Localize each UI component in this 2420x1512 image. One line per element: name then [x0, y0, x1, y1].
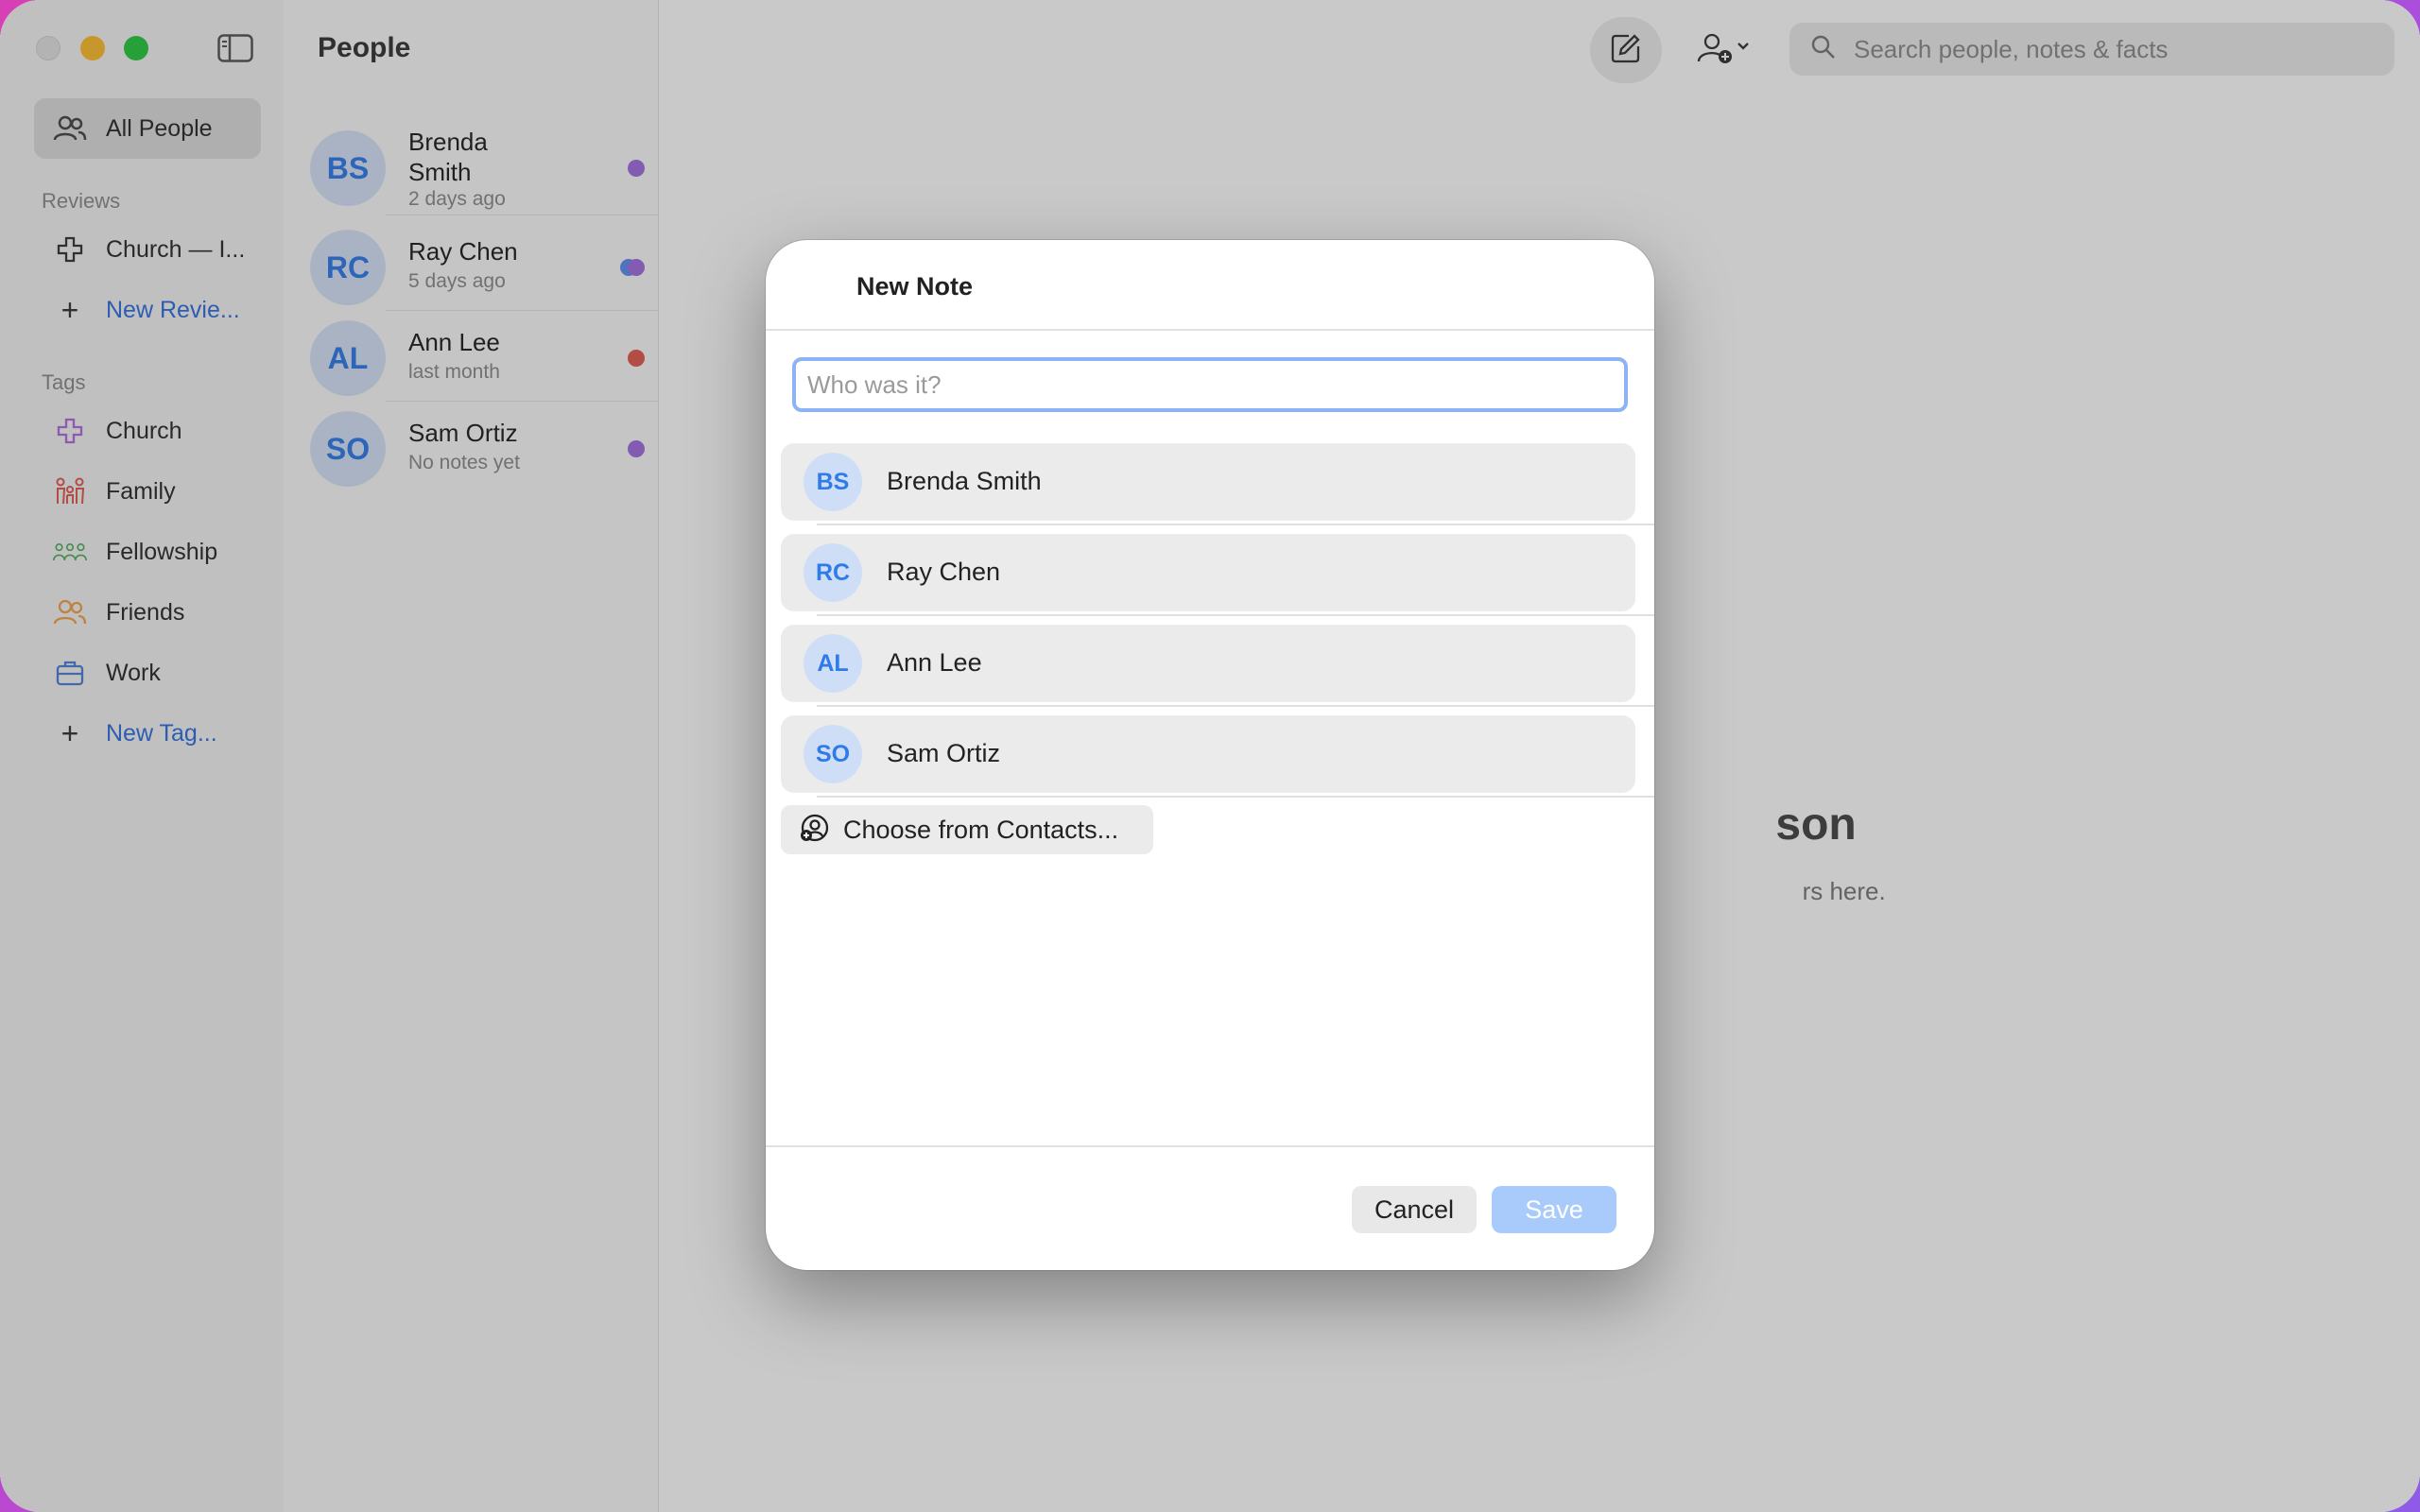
divider: [766, 1145, 1654, 1147]
person-suggestion[interactable]: RC Ray Chen: [781, 534, 1635, 611]
who-was-it-input[interactable]: [792, 357, 1628, 412]
app-window: All People Reviews Church — I... + New R…: [0, 0, 2420, 1512]
dialog-title: New Note: [856, 272, 974, 301]
suggestion-name: Ray Chen: [887, 558, 1001, 586]
avatar: AL: [804, 634, 862, 693]
divider: [817, 524, 1654, 525]
suggestion-name: Ann Lee: [887, 648, 982, 677]
divider: [766, 329, 1654, 331]
new-note-dialog: New Note BS Brenda Smith RC Ray Chen AL …: [766, 240, 1654, 1270]
avatar: RC: [804, 543, 862, 602]
suggestion-name: Sam Ortiz: [887, 739, 1001, 767]
avatar: BS: [804, 453, 862, 511]
person-suggestion[interactable]: BS Brenda Smith: [781, 443, 1635, 521]
divider: [817, 705, 1654, 707]
divider: [817, 614, 1654, 616]
person-suggestion[interactable]: SO Sam Ortiz: [781, 715, 1635, 793]
person-suggestion[interactable]: AL Ann Lee: [781, 625, 1635, 702]
suggestion-name: Brenda Smith: [887, 467, 1042, 495]
choose-from-contacts-label: Choose from Contacts...: [843, 815, 1119, 844]
contacts-icon: [800, 813, 830, 848]
choose-from-contacts-button[interactable]: Choose from Contacts...: [781, 805, 1153, 854]
avatar: SO: [804, 725, 862, 783]
save-button[interactable]: Save: [1492, 1186, 1616, 1233]
divider: [817, 796, 1654, 798]
cancel-button[interactable]: Cancel: [1352, 1186, 1477, 1233]
